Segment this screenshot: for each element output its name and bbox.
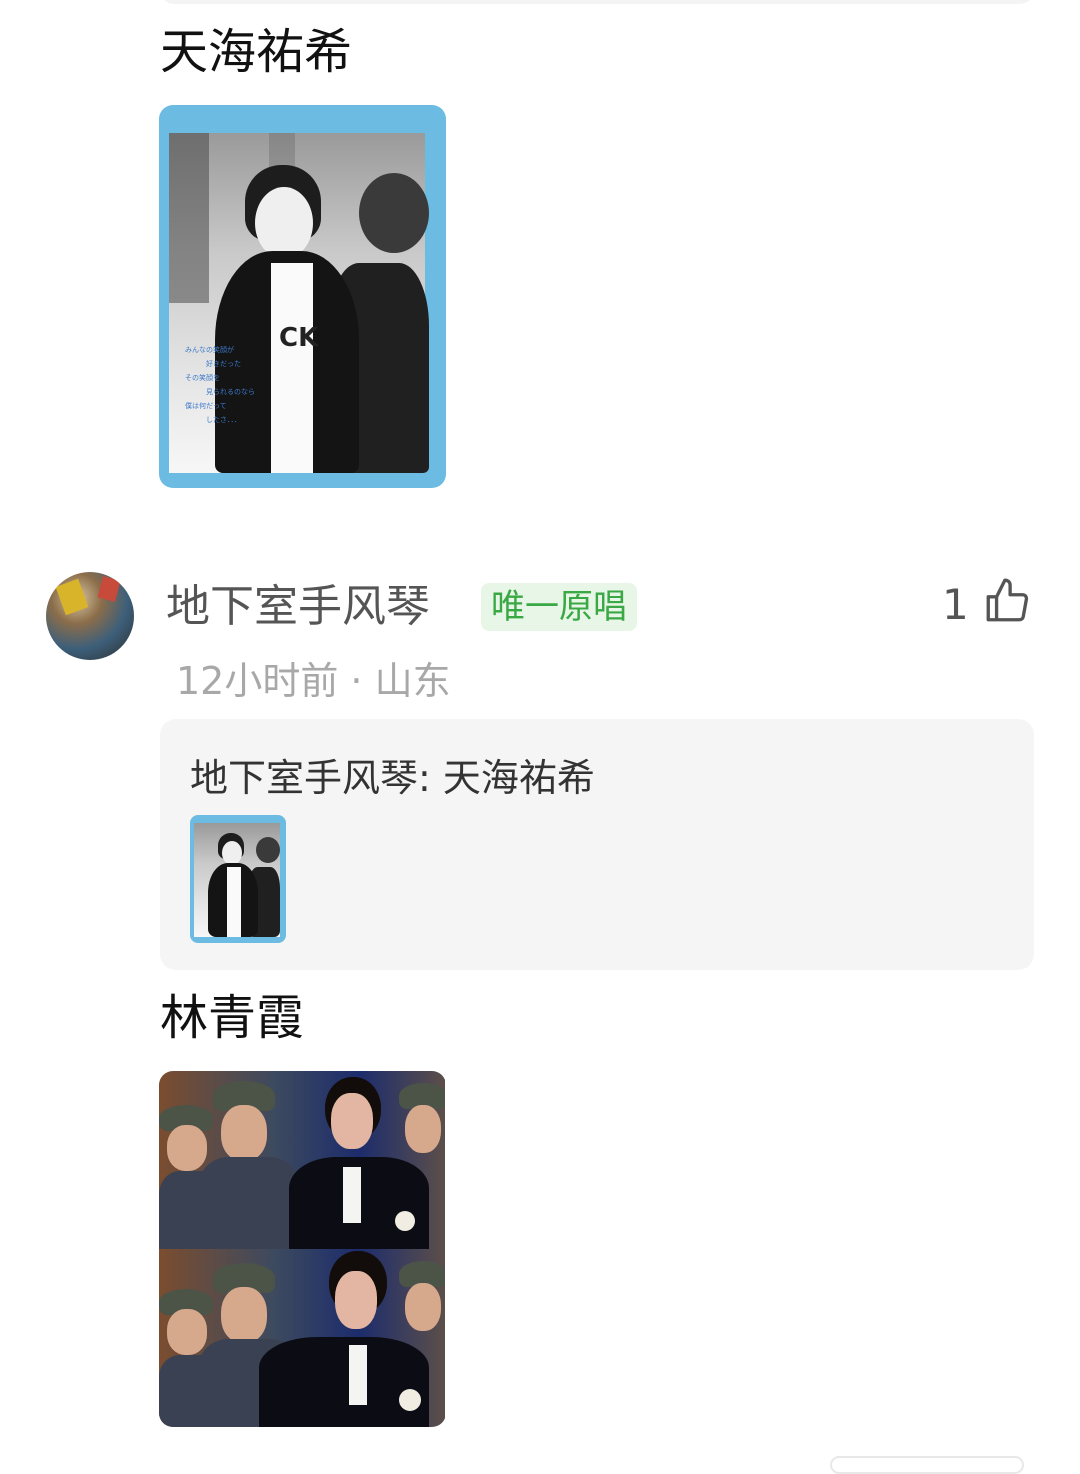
shirt-logo: CK [279, 323, 319, 353]
avatar[interactable] [46, 572, 134, 660]
photo-content: CK みんなの笑顔が 好きだった その笑顔を 見られるのなら 僕は何だって した… [169, 133, 429, 473]
quoted-reply[interactable]: 地下室手风琴: 天海祐希 [160, 719, 1034, 970]
input-bar-edge [830, 1456, 1024, 1474]
comment-caption: 林青霞 [160, 990, 305, 1046]
comment-meta: 12小时前 · 山东 [176, 659, 451, 703]
post-image[interactable]: CK みんなの笑顔が 好きだった その笑顔を 見られるのなら 僕は何だって した… [159, 105, 446, 488]
previous-comment-card [160, 0, 1034, 4]
photo-overlay-text: みんなの笑顔が 好きだった その笑顔を 見られるのなら 僕は何だって したさ．．… [185, 346, 255, 424]
status-badge: 唯一原唱 [481, 583, 637, 631]
quoted-reply-text: 地下室手风琴: 天海祐希 [190, 756, 595, 800]
quoted-reply-image[interactable] [190, 815, 286, 943]
username[interactable]: 地下室手风琴 [166, 580, 430, 634]
like-count: 1 [942, 580, 969, 629]
thumbs-up-icon[interactable] [982, 576, 1032, 626]
post-caption: 天海祐希 [160, 24, 353, 80]
comment-image[interactable] [159, 1071, 446, 1427]
